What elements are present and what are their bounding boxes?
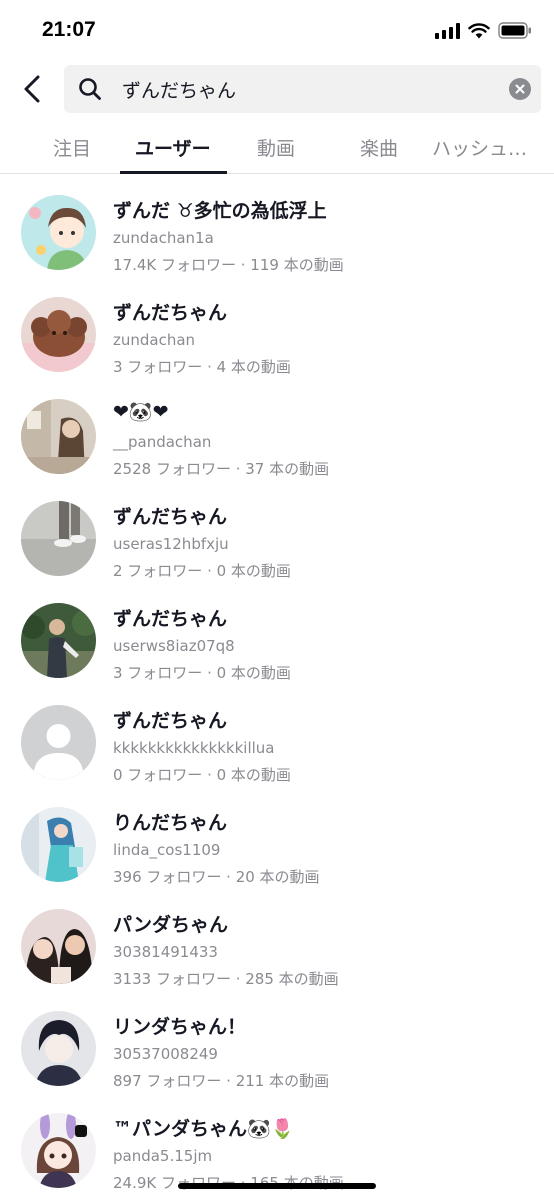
user-stats: 2 フォロワー · 0 本の動画 [113,562,291,580]
user-name: ずんだちゃん [113,710,228,732]
tab-hashtags[interactable]: ハッシュ… [432,134,527,161]
user-handle: 30381491433 [113,943,218,961]
default-avatar-icon [21,705,96,780]
user-handle: useras12hbfxju [113,535,229,553]
clear-search-button[interactable] [509,78,531,100]
user-stats: 17.4K フォロワー · 119 本の動画 [113,256,344,274]
user-stats: 0 フォロワー · 0 本の動画 [113,766,291,784]
tab-videos[interactable]: 動画 [257,134,295,161]
search-input[interactable] [122,65,492,113]
user-handle: panda5.15jm [113,1147,213,1165]
user-stats: 3 フォロワー · 0 本の動画 [113,664,291,682]
user-handle: kkkkkkkkkkkkkkkillua [113,739,275,757]
close-icon [515,84,525,94]
user-handle: linda_cos1109 [113,841,221,859]
avatar [21,1011,96,1086]
list-item[interactable]: りんだちゃん linda_cos1109 396 フォロワー · 20 本の動画 [0,788,554,890]
search-header [0,62,554,116]
user-name: ずんだ ♉多忙の為低浮上 [113,200,327,222]
list-item[interactable]: ™パンダちゃん🐼🌷 panda5.15jm 24.9K フォロワー · 165 … [0,1094,554,1196]
status-time: 21:07 [42,18,96,41]
list-item[interactable]: パンダちゃん 30381491433 3133 フォロワー · 285 本の動画 [0,890,554,992]
user-handle: zundachan [113,331,196,349]
user-handle: 30537008249 [113,1045,218,1063]
user-name: ™パンダちゃん🐼🌷 [113,1118,295,1140]
user-stats: 3133 フォロワー · 285 本の動画 [113,970,339,988]
list-item[interactable]: ずんだちゃん zundachan 3 フォロワー · 4 本の動画 [0,278,554,380]
status-bar: 21:07 [0,0,554,60]
user-handle: zundachan1a [113,229,214,247]
chevron-left-icon [24,75,40,103]
user-stats: 396 フォロワー · 20 本の動画 [113,868,320,886]
list-item[interactable]: ❤🐼❤ __pandachan 2528 フォロワー · 37 本の動画 [0,380,554,482]
user-handle: userws8iaz07q8 [113,637,235,655]
back-button[interactable] [14,70,50,108]
tab-sounds[interactable]: 楽曲 [360,134,398,161]
cellular-signal-icon [435,22,460,39]
wifi-icon [468,23,490,39]
user-stats: 897 フォロワー · 211 本の動画 [113,1072,330,1090]
home-indicator [178,1183,376,1189]
status-icons [435,22,532,39]
search-icon [79,78,101,100]
avatar [21,1113,96,1188]
user-name: りんだちゃん [113,812,228,834]
user-name: ❤🐼❤ [113,401,169,423]
list-item[interactable]: リンダちゃん！ 30537008249 897 フォロワー · 211 本の動画 [0,992,554,1094]
search-box[interactable] [64,65,541,113]
user-name: リンダちゃん！ [113,1016,247,1038]
list-item[interactable]: ずんだちゃん userws8iaz07q8 3 フォロワー · 0 本の動画 [0,584,554,686]
user-handle: __pandachan [113,433,212,451]
user-stats: 3 フォロワー · 4 本の動画 [113,358,291,376]
avatar [21,603,96,678]
list-item[interactable]: ずんだちゃん kkkkkkkkkkkkkkkillua 0 フォロワー · 0 … [0,686,554,788]
battery-icon [498,22,531,39]
user-name: ずんだちゃん [113,302,228,324]
avatar [21,501,96,576]
avatar [21,909,96,984]
active-tab-indicator [120,171,227,174]
search-tabs: 注目 ユーザー 動画 楽曲 ハッシュ… [0,124,554,174]
avatar [21,399,96,474]
user-name: ずんだちゃん [113,608,228,630]
user-stats: 2528 フォロワー · 37 本の動画 [113,460,330,478]
user-name: ずんだちゃん [113,506,228,528]
avatar [21,807,96,882]
tab-users[interactable]: ユーザー [135,134,211,161]
avatar [21,297,96,372]
list-item[interactable]: ずんだ ♉多忙の為低浮上 zundachan1a 17.4K フォロワー · 1… [0,176,554,278]
tab-top[interactable]: 注目 [53,134,91,161]
list-item[interactable]: ずんだちゃん useras12hbfxju 2 フォロワー · 0 本の動画 [0,482,554,584]
user-name: パンダちゃん [113,914,228,936]
avatar [21,195,96,270]
